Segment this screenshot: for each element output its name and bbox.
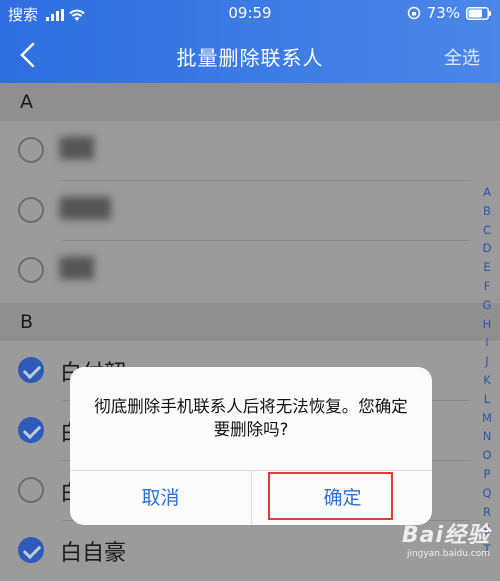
contact-row[interactable]: ▇▇ xyxy=(0,241,470,301)
select-all-button[interactable]: 全选 xyxy=(444,44,480,70)
index-letter[interactable]: G xyxy=(478,296,496,315)
watermark-logo: Bai经验 xyxy=(401,523,490,548)
rotation-lock-icon xyxy=(407,6,421,20)
checkbox[interactable] xyxy=(18,137,44,163)
watermark-url: jingyan.baidu.com xyxy=(406,549,490,559)
battery-icon xyxy=(466,6,492,20)
status-right: 73% xyxy=(407,4,492,22)
index-letter[interactable]: N xyxy=(478,427,496,446)
index-letter[interactable]: K xyxy=(478,371,496,390)
contact-name: 白自豪 xyxy=(60,541,127,566)
checkbox[interactable] xyxy=(18,477,44,503)
contact-name-blurred: ▇▇ xyxy=(60,255,94,280)
index-letter[interactable]: Q xyxy=(478,484,496,503)
index-letter[interactable]: A xyxy=(478,183,496,202)
section-header-b: B xyxy=(0,303,500,341)
contact-name-blurred: ▇▇ xyxy=(60,135,94,160)
index-letter[interactable]: L xyxy=(478,390,496,409)
contact-name-blurred: ▇▇▇ xyxy=(60,195,111,220)
nav-bar: 批量删除联系人 全选 xyxy=(0,28,500,83)
index-letter[interactable]: P xyxy=(478,465,496,484)
index-letter[interactable]: C xyxy=(478,221,496,240)
index-letter[interactable]: H xyxy=(478,315,496,334)
checkbox[interactable] xyxy=(18,257,44,283)
contact-row[interactable]: 白自豪 xyxy=(0,521,470,581)
checkbox[interactable] xyxy=(18,197,44,223)
cancel-button[interactable]: 取消 xyxy=(70,471,251,525)
checkbox-checked[interactable] xyxy=(18,417,44,443)
page-title: 批量删除联系人 xyxy=(176,46,324,70)
header: 搜索 09:59 73% 批量删除联系人 全选 xyxy=(0,0,500,83)
contact-row[interactable]: ▇▇▇ xyxy=(0,181,470,241)
index-letter[interactable]: O xyxy=(478,446,496,465)
confirm-delete-dialog: 彻底删除手机联系人后将无法恢复。您确定要删除吗? 取消 确定 xyxy=(70,367,432,525)
battery-percent: 73% xyxy=(426,4,460,22)
index-letter[interactable]: E xyxy=(478,258,496,277)
index-letter[interactable]: D xyxy=(478,239,496,258)
index-letter[interactable]: I xyxy=(478,333,496,352)
index-letter[interactable]: M xyxy=(478,409,496,428)
dialog-message: 彻底删除手机联系人后将无法恢复。您确定要删除吗? xyxy=(94,397,408,439)
checkbox-checked[interactable] xyxy=(18,537,44,563)
contact-row[interactable]: ▇▇ xyxy=(0,121,470,181)
index-letter[interactable]: F xyxy=(478,277,496,296)
index-letter[interactable]: B xyxy=(478,202,496,221)
watermark: Bai经验 jingyan.baidu.com xyxy=(402,517,490,559)
index-letter[interactable]: J xyxy=(478,352,496,371)
checkbox-checked[interactable] xyxy=(18,357,44,383)
section-header-a: A xyxy=(0,83,500,121)
status-bar: 搜索 09:59 73% xyxy=(0,0,500,28)
alphabet-index[interactable]: A B C D E F G H I J K L M N O P Q R S T xyxy=(478,183,496,559)
